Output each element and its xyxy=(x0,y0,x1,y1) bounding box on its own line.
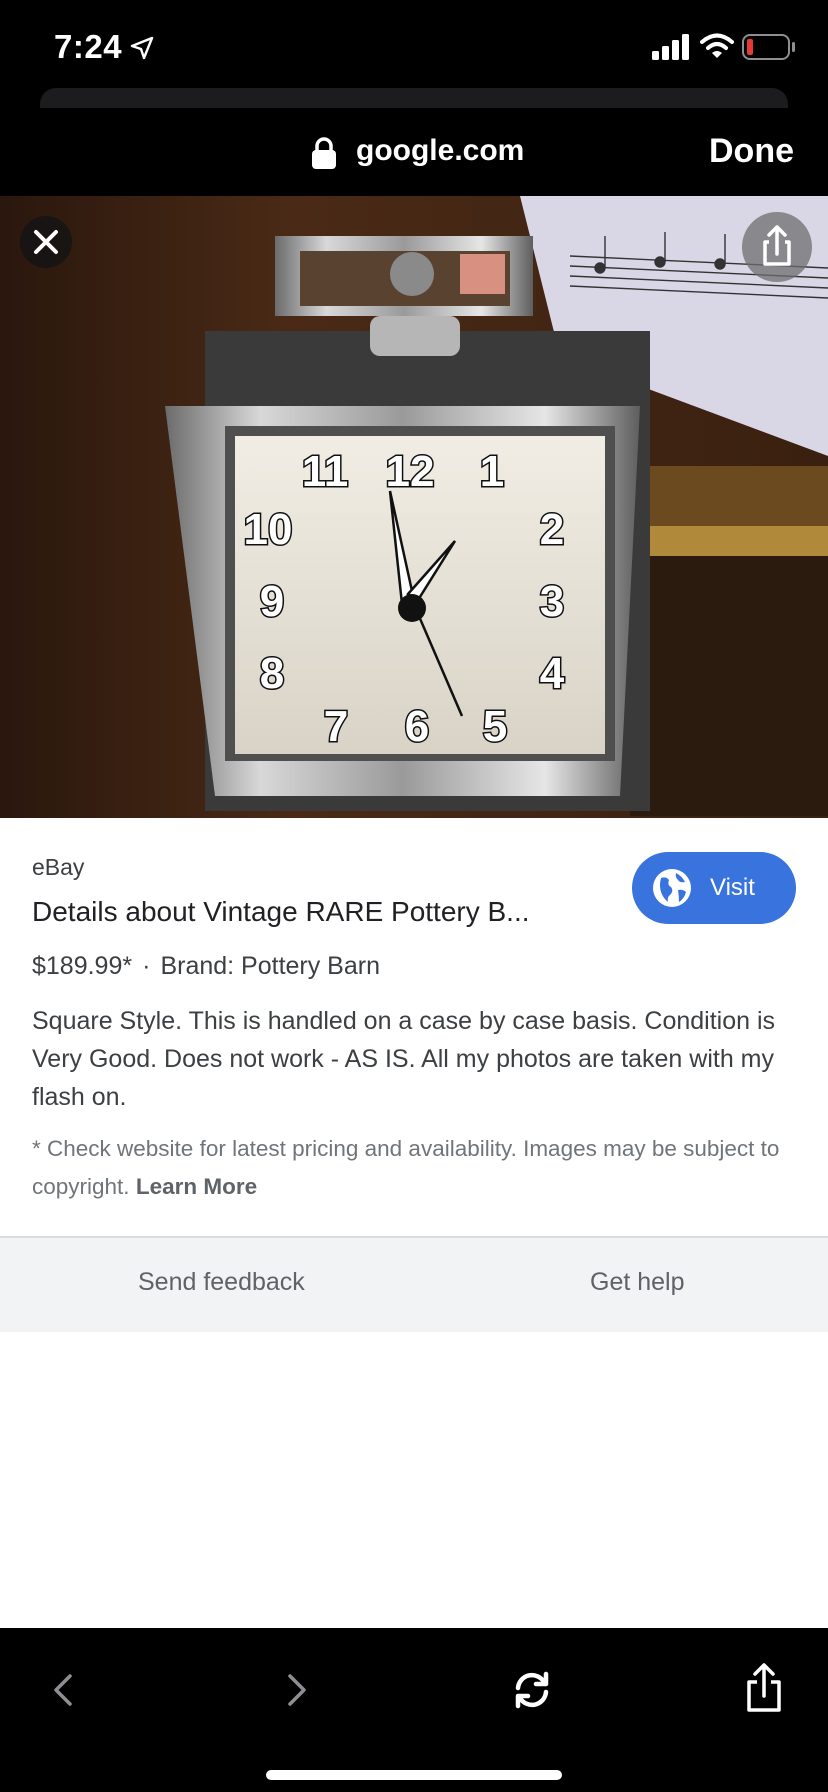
separator: · xyxy=(142,952,151,980)
numeral-6: 6 xyxy=(405,702,429,751)
brand: Brand: Pottery Barn xyxy=(160,952,380,980)
numeral-3: 3 xyxy=(540,577,564,626)
share-icon xyxy=(763,225,791,266)
location-arrow-icon xyxy=(130,36,154,60)
status-bar: 7:24 xyxy=(0,0,828,88)
visit-button[interactable]: Visit xyxy=(632,852,796,924)
cellular-signal-icon xyxy=(652,34,689,60)
footer: Send feedback Get help xyxy=(0,1238,828,1332)
numeral-7: 7 xyxy=(324,702,348,751)
source-name: eBay xyxy=(32,854,85,880)
browser-toolbar xyxy=(0,1628,828,1792)
numeral-9: 9 xyxy=(260,577,284,626)
numeral-4: 4 xyxy=(540,649,565,698)
forward-icon[interactable] xyxy=(282,1668,312,1712)
reload-icon[interactable] xyxy=(510,1668,554,1712)
description: Square Style. This is handled on a case … xyxy=(32,1007,776,1111)
numeral-5: 5 xyxy=(483,702,507,751)
get-help-button[interactable]: Get help xyxy=(590,1268,685,1297)
battery-icon xyxy=(742,34,795,60)
result-title[interactable]: Details about Vintage RARE Pottery B... xyxy=(32,896,530,928)
visit-label: Visit xyxy=(710,874,755,901)
back-icon[interactable] xyxy=(48,1668,78,1712)
price-row: $189.99* · Brand: Pottery Barn xyxy=(32,952,380,981)
lock-icon xyxy=(312,137,336,169)
price: $189.99* xyxy=(32,952,133,980)
url-text: google.com xyxy=(356,134,525,167)
product-image[interactable]: 11 12 1 2 3 4 5 6 7 8 9 10 xyxy=(0,196,828,818)
clock-photo: 11 12 1 2 3 4 5 6 7 8 9 10 xyxy=(0,196,828,818)
image-share-button[interactable] xyxy=(742,212,812,282)
globe-icon xyxy=(653,869,691,907)
result-details: eBay Details about Vintage RARE Pottery … xyxy=(0,818,828,1236)
close-button[interactable] xyxy=(20,216,72,268)
learn-more-link[interactable]: Learn More xyxy=(136,1174,257,1199)
close-icon xyxy=(34,230,58,254)
home-indicator xyxy=(266,1770,562,1780)
wifi-icon xyxy=(700,33,734,58)
numeral-2: 2 xyxy=(540,505,564,554)
send-feedback-button[interactable]: Send feedback xyxy=(138,1268,305,1297)
numeral-12: 12 xyxy=(386,447,435,496)
numeral-8: 8 xyxy=(260,649,284,698)
numeral-11: 11 xyxy=(302,447,349,496)
status-time: 7:24 xyxy=(54,28,123,65)
disclaimer: * Check website for latest pricing and a… xyxy=(32,1130,802,1206)
numeral-1: 1 xyxy=(480,447,504,496)
done-button[interactable]: Done xyxy=(709,132,794,171)
url-bar: google.com Done xyxy=(0,108,828,196)
blank-area xyxy=(0,1332,828,1628)
numeral-10: 10 xyxy=(244,505,293,554)
share-icon[interactable] xyxy=(744,1662,784,1714)
sheet-edge xyxy=(40,88,788,108)
